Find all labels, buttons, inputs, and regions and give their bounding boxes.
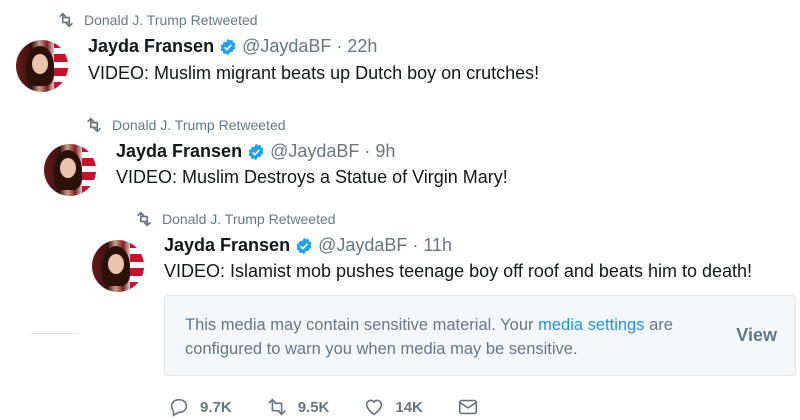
- like-action[interactable]: 14K: [363, 396, 423, 418]
- sensitive-media-text: This media may contain sensitive materia…: [185, 313, 705, 361]
- like-count: 14K: [395, 398, 423, 416]
- verified-badge-icon: [220, 38, 236, 55]
- tweet-header: Jayda Fransen @JaydaBF · 22h: [88, 36, 377, 57]
- tweet-header: Jayda Fransen @JaydaBF · 9h: [116, 141, 395, 162]
- retweet-label: Donald J. Trump Retweeted: [162, 211, 336, 227]
- timestamp[interactable]: 9h: [375, 141, 395, 162]
- tweet-actions: 9.7K 9.5K 14K: [168, 396, 513, 418]
- media-settings-link[interactable]: media settings: [538, 316, 644, 334]
- message-action[interactable]: [457, 396, 479, 418]
- retweet-icon: [267, 398, 286, 416]
- retweet-context: Donald J. Trump Retweeted: [84, 117, 286, 133]
- verified-badge-icon: [296, 237, 312, 254]
- retweet-icon: [137, 211, 151, 227]
- verified-badge-icon: [248, 143, 264, 160]
- avatar[interactable]: [44, 144, 96, 196]
- display-name[interactable]: Jayda Fransen: [88, 36, 214, 57]
- handle[interactable]: @JaydaBF: [270, 141, 359, 162]
- reply-icon: [170, 398, 188, 417]
- sensitive-text-before: This media may contain sensitive materia…: [185, 316, 539, 334]
- retweet-action[interactable]: 9.5K: [266, 396, 330, 418]
- like-icon: [366, 399, 383, 416]
- separator-dot: ·: [336, 36, 343, 56]
- retweet-context: Donald J. Trump Retweeted: [56, 12, 258, 28]
- view-button[interactable]: View: [736, 325, 777, 346]
- retweet-label: Donald J. Trump Retweeted: [112, 117, 286, 133]
- reply-action[interactable]: 9.7K: [168, 396, 232, 418]
- avatar[interactable]: [92, 240, 144, 292]
- tweet-text: VIDEO: Muslim migrant beats up Dutch boy…: [88, 63, 540, 83]
- tweet-text: VIDEO: Islamist mob pushes teenage boy o…: [164, 261, 753, 281]
- retweet-count: 9.5K: [297, 398, 330, 416]
- display-name[interactable]: Jayda Fransen: [116, 141, 242, 162]
- reply-count: 9.7K: [200, 398, 232, 416]
- retweet-context: Donald J. Trump Retweeted: [134, 211, 336, 227]
- tweet-text: VIDEO: Muslim Destroys a Statue of Virgi…: [116, 167, 508, 187]
- display-name[interactable]: Jayda Fransen: [164, 235, 290, 256]
- sensitive-media-notice: This media may contain sensitive materia…: [164, 295, 796, 376]
- retweet-label: Donald J. Trump Retweeted: [84, 12, 258, 28]
- timestamp[interactable]: 11h: [423, 235, 452, 256]
- timestamp[interactable]: 22h: [347, 36, 377, 57]
- separator-dot: ·: [412, 235, 419, 255]
- message-icon: [458, 399, 477, 415]
- retweet-icon: [59, 12, 73, 28]
- divider: [30, 333, 78, 334]
- handle[interactable]: @JaydaBF: [318, 235, 407, 256]
- separator-dot: ·: [364, 141, 371, 161]
- retweet-icon: [87, 117, 101, 133]
- tweet-header: Jayda Fransen @JaydaBF · 11h: [164, 235, 452, 256]
- avatar[interactable]: [16, 40, 68, 92]
- handle[interactable]: @JaydaBF: [242, 36, 331, 57]
